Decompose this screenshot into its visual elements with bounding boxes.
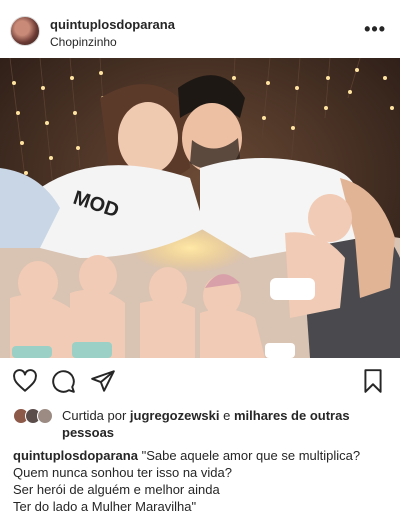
- likes-prefix: Curtida por: [62, 408, 130, 423]
- caption-line-1: "Sabe aquele amor que se multiplica?: [141, 448, 361, 463]
- likes-middle: e: [219, 408, 234, 423]
- comment-icon[interactable]: [50, 368, 76, 394]
- liker-avatar[interactable]: [37, 408, 53, 424]
- post-header: quintuplosdoparana Chopinzinho •••: [0, 0, 400, 58]
- profile-avatar[interactable]: [10, 16, 40, 46]
- heart-icon[interactable]: [12, 368, 38, 394]
- more-options-icon[interactable]: •••: [364, 19, 386, 40]
- family-photo-illustration: MOD: [0, 58, 400, 358]
- post-username[interactable]: quintuplosdoparana: [50, 17, 175, 32]
- bookmark-icon[interactable]: [360, 368, 386, 394]
- share-icon[interactable]: [90, 368, 116, 394]
- post-photo[interactable]: MOD: [0, 58, 400, 358]
- likes-summary[interactable]: Curtida por jugregozewski e milhares de …: [62, 407, 382, 441]
- post-actions: [0, 358, 400, 404]
- caption-line-4: Ter do lado a Mulher Maravilha": [13, 499, 197, 514]
- caption-line-3: Ser herói de alguém e melhor ainda: [13, 482, 220, 497]
- post-caption: quintuplosdoparana "Sabe aquele amor que…: [13, 447, 393, 515]
- caption-username[interactable]: quintuplosdoparana: [13, 448, 138, 463]
- likes-user[interactable]: jugregozewski: [130, 408, 220, 423]
- likes-row: Curtida por jugregozewski e milhares de …: [0, 404, 400, 444]
- post-location[interactable]: Chopinzinho: [50, 35, 117, 49]
- caption-line-2: Quem nunca sonhou ter isso na vida?: [13, 465, 232, 480]
